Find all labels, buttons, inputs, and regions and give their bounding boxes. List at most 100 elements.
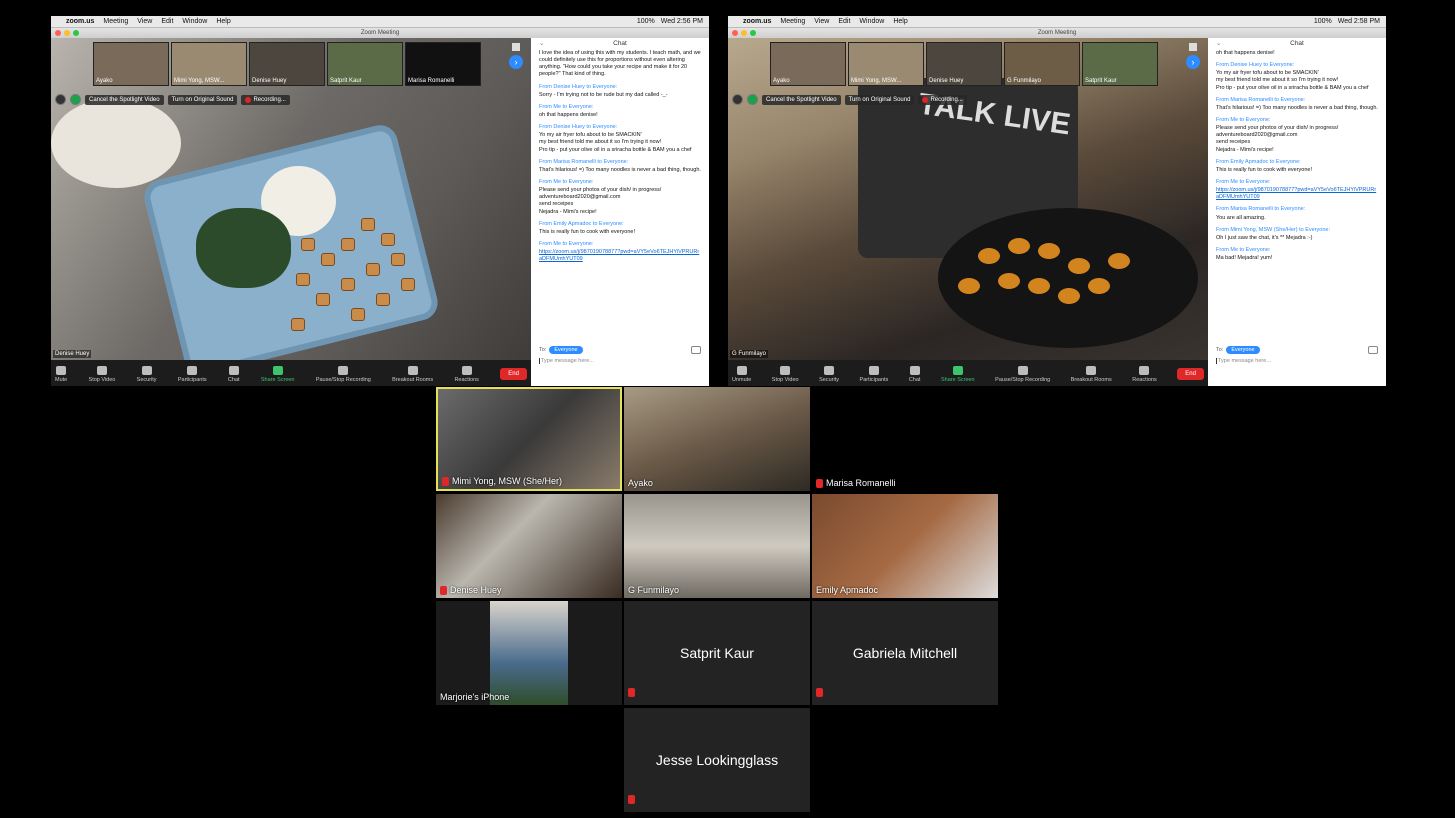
- menu-edit[interactable]: Edit: [161, 18, 173, 25]
- chat-button[interactable]: Chat: [228, 366, 240, 383]
- zoom-icon[interactable]: [73, 30, 79, 36]
- participant-tile[interactable]: Jesse Lookingglass: [624, 708, 810, 812]
- thumbnail-strip: Ayako Mimi Yong, MSW... Denise Huey Satp…: [93, 42, 481, 86]
- unmute-button[interactable]: Unmute: [732, 366, 751, 383]
- mic-muted-icon: [816, 688, 823, 697]
- security-button[interactable]: Security: [819, 366, 839, 383]
- end-button[interactable]: End: [500, 368, 527, 380]
- participants-button[interactable]: Participants: [860, 366, 888, 383]
- menu-view[interactable]: View: [137, 18, 152, 25]
- breakout-rooms-button[interactable]: Breakout Rooms: [392, 366, 433, 383]
- more-options-icon[interactable]: [691, 346, 701, 354]
- meeting-link[interactable]: https://zoom.us/j/987019078877?pwd=aVY5e…: [1216, 187, 1378, 201]
- participant-tile[interactable]: Denise Huey: [436, 494, 622, 598]
- participant-tile[interactable]: Gabriela Mitchell: [812, 601, 998, 705]
- recording-button[interactable]: Pause/Stop Recording: [995, 366, 1050, 383]
- share-screen-button[interactable]: Share Screen: [261, 366, 295, 383]
- mic-muted-icon: [440, 585, 447, 595]
- cancel-spotlight-button[interactable]: Cancel the Spotlight Video: [85, 94, 164, 105]
- thumb-mimi[interactable]: Mimi Yong, MSW...: [848, 42, 924, 86]
- info-icon[interactable]: [55, 94, 66, 105]
- grid-icon: [407, 366, 418, 375]
- chat-button[interactable]: Chat: [909, 366, 920, 383]
- thumb-ayako[interactable]: Ayako: [93, 42, 169, 86]
- chevron-down-icon[interactable]: ⌄: [539, 38, 544, 50]
- menu-help[interactable]: Help: [893, 18, 907, 25]
- next-page-icon[interactable]: ›: [509, 55, 523, 69]
- zoom-icon[interactable]: [750, 30, 756, 36]
- participant-tile[interactable]: G Funmilayo: [624, 494, 810, 598]
- mic-muted-icon: [442, 476, 449, 486]
- participant-tile[interactable]: Mimi Yong, MSW (She/Her): [436, 387, 622, 491]
- chat-input[interactable]: Type message here...: [1216, 358, 1378, 364]
- app-menu[interactable]: zoom.us: [743, 18, 771, 25]
- menu-meeting[interactable]: Meeting: [103, 18, 128, 25]
- thumb-denise[interactable]: Denise Huey: [249, 42, 325, 86]
- grid-view-icon[interactable]: [512, 43, 520, 51]
- smiley-icon: [461, 366, 472, 375]
- chat-input[interactable]: Type message here...: [539, 358, 701, 364]
- recording-indicator[interactable]: Recording...: [241, 94, 290, 105]
- original-sound-button[interactable]: Turn on Original Sound: [844, 94, 915, 105]
- thumbnail-strip: Ayako Mimi Yong, MSW... Denise Huey G Fu…: [770, 42, 1158, 86]
- menu-window[interactable]: Window: [859, 18, 884, 25]
- stop-video-button[interactable]: Stop Video: [772, 366, 799, 383]
- chevron-down-icon[interactable]: ⌄: [1216, 38, 1221, 50]
- close-icon[interactable]: [732, 30, 738, 36]
- thumb-marisa[interactable]: Marisa Romanelli: [405, 42, 481, 86]
- menu-edit[interactable]: Edit: [838, 18, 850, 25]
- menu-help[interactable]: Help: [216, 18, 230, 25]
- breakout-rooms-button[interactable]: Breakout Rooms: [1071, 366, 1112, 383]
- participant-tile[interactable]: Marjorie's iPhone: [436, 601, 622, 705]
- clock: Wed 2:56 PM: [660, 18, 703, 25]
- stop-video-button[interactable]: Stop Video: [89, 366, 115, 383]
- grid-view-icon[interactable]: [1189, 43, 1197, 51]
- recipient-select[interactable]: Everyone: [1226, 346, 1260, 354]
- minimize-icon[interactable]: [64, 30, 70, 36]
- thumb-g-funmilayo[interactable]: G Funmilayo: [1004, 42, 1080, 86]
- chat-message: oh that happens denise!: [1216, 50, 1275, 56]
- menu-meeting[interactable]: Meeting: [780, 18, 805, 25]
- reactions-button[interactable]: Reactions: [1132, 366, 1157, 383]
- recording-button[interactable]: Pause/Stop Recording: [316, 366, 371, 383]
- window-title: Zoom Meeting: [1037, 30, 1077, 36]
- chat-message: From Marisa Romanelli to Everyone: That's…: [1216, 96, 1378, 111]
- close-icon[interactable]: [55, 30, 61, 36]
- recipient-select[interactable]: Everyone: [549, 346, 583, 354]
- security-button[interactable]: Security: [137, 366, 157, 383]
- end-button[interactable]: End: [1177, 368, 1204, 380]
- minimize-icon[interactable]: [741, 30, 747, 36]
- meeting-toolbar: Mute Stop Video Security Participants Ch…: [51, 360, 531, 386]
- participant-tile[interactable]: Ayako: [624, 387, 810, 491]
- next-page-icon[interactable]: ›: [1186, 55, 1200, 69]
- thumb-satprit[interactable]: Satprit Kaur: [1082, 42, 1158, 86]
- mute-button[interactable]: Mute: [55, 366, 67, 383]
- meeting-toolbar: Unmute Stop Video Security Participants …: [728, 360, 1208, 386]
- mic-muted-icon: [628, 688, 635, 697]
- menu-view[interactable]: View: [814, 18, 829, 25]
- cancel-spotlight-button[interactable]: Cancel the Spotlight Video: [762, 94, 841, 105]
- security-shield-icon[interactable]: [70, 94, 81, 105]
- info-icon[interactable]: [732, 94, 743, 105]
- thumb-ayako[interactable]: Ayako: [770, 42, 846, 86]
- thumb-satprit[interactable]: Satprit Kaur: [327, 42, 403, 86]
- more-options-icon[interactable]: [1368, 346, 1378, 354]
- pause-stop-icon: [338, 366, 349, 375]
- greens: [196, 208, 291, 288]
- thumb-denise[interactable]: Denise Huey: [926, 42, 1002, 86]
- app-menu[interactable]: zoom.us: [66, 18, 94, 25]
- share-screen-button[interactable]: Share Screen: [941, 366, 975, 383]
- participant-tile[interactable]: Marisa Romanelli: [812, 387, 998, 491]
- participant-tile[interactable]: Emily Apmadoc: [812, 494, 998, 598]
- recording-indicator[interactable]: Recording...: [918, 94, 967, 105]
- meeting-link[interactable]: https://zoom.us/j/987019078877?pwd=aVY5e…: [539, 249, 701, 263]
- security-shield-icon[interactable]: [747, 94, 758, 105]
- menu-window[interactable]: Window: [182, 18, 207, 25]
- participants-button[interactable]: Participants: [178, 366, 207, 383]
- participant-tile[interactable]: Satprit Kaur: [624, 601, 810, 705]
- spotlight-video: TALK LIVE Ayako Mimi Yong, MSW... Denise…: [728, 38, 1208, 360]
- chat-message: From Me to Everyone: Ma bad! Mejadra! yum…: [1216, 246, 1273, 262]
- original-sound-button[interactable]: Turn on Original Sound: [167, 94, 238, 105]
- reactions-button[interactable]: Reactions: [454, 366, 479, 383]
- thumb-mimi[interactable]: Mimi Yong, MSW...: [171, 42, 247, 86]
